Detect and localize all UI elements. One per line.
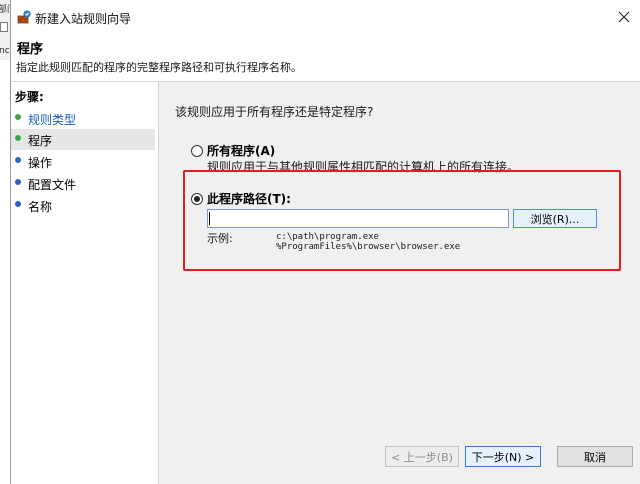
step-action[interactable]: 操作 [11, 151, 155, 172]
background-text: 部门属性 [0, 5, 10, 15]
background-window: 部门属性 nc [0, 0, 10, 60]
step-rule-type[interactable]: 规则类型 [11, 108, 155, 129]
step-name[interactable]: 名称 [11, 195, 155, 216]
close-button[interactable] [613, 6, 635, 28]
step-label: 规则类型 [28, 113, 77, 127]
program-question: 该规则应用于所有程序还是特定程序? [175, 105, 374, 119]
step-label: 名称 [28, 200, 53, 214]
window-title: 新建入站规则向导 [35, 12, 132, 26]
page-description: 指定此规则匹配的程序的完整程序路径和可执行程序名称。 [16, 61, 302, 74]
background-text-side: nc [0, 46, 10, 56]
content-pane: 该规则应用于所有程序还是特定程序? 所有程序(A) 规则应用于与其他规则属性相匹… [158, 82, 640, 484]
step-label: 程序 [28, 134, 53, 148]
step-status-bullet [15, 135, 21, 141]
step-label: 配置文件 [28, 178, 77, 192]
firewall-wizard-icon [17, 10, 31, 24]
all-programs-radio[interactable] [191, 145, 203, 157]
steps-heading: 步骤: [15, 90, 44, 104]
step-status-bullet [15, 179, 21, 185]
close-icon [618, 11, 630, 23]
steps-pane: 步骤: 规则类型 程序 操作 配置文件 名称 [11, 82, 158, 484]
step-program[interactable]: 程序 [11, 129, 155, 150]
all-programs-label[interactable]: 所有程序(A) [207, 142, 275, 159]
page-header: 程序 指定此规则匹配的程序的完整程序路径和可执行程序名称。 [11, 34, 640, 82]
page-title: 程序 [17, 42, 44, 57]
highlight-box [183, 170, 621, 271]
step-label: 操作 [28, 156, 53, 170]
next-button[interactable]: 下一步(N) > [465, 446, 541, 467]
step-status-bullet [15, 114, 21, 120]
step-status-bullet [15, 201, 21, 207]
background-checkbox [0, 22, 8, 32]
step-profile[interactable]: 配置文件 [11, 173, 155, 194]
back-button[interactable]: < 上一步(B) [385, 446, 459, 467]
title-bar: 新建入站规则向导 [11, 0, 640, 34]
cancel-button[interactable]: 取消 [557, 446, 633, 467]
step-status-bullet [15, 157, 21, 163]
wizard-dialog: 新建入站规则向导 程序 指定此规则匹配的程序的完整程序路径和可执行程序名称。 步… [10, 0, 640, 484]
